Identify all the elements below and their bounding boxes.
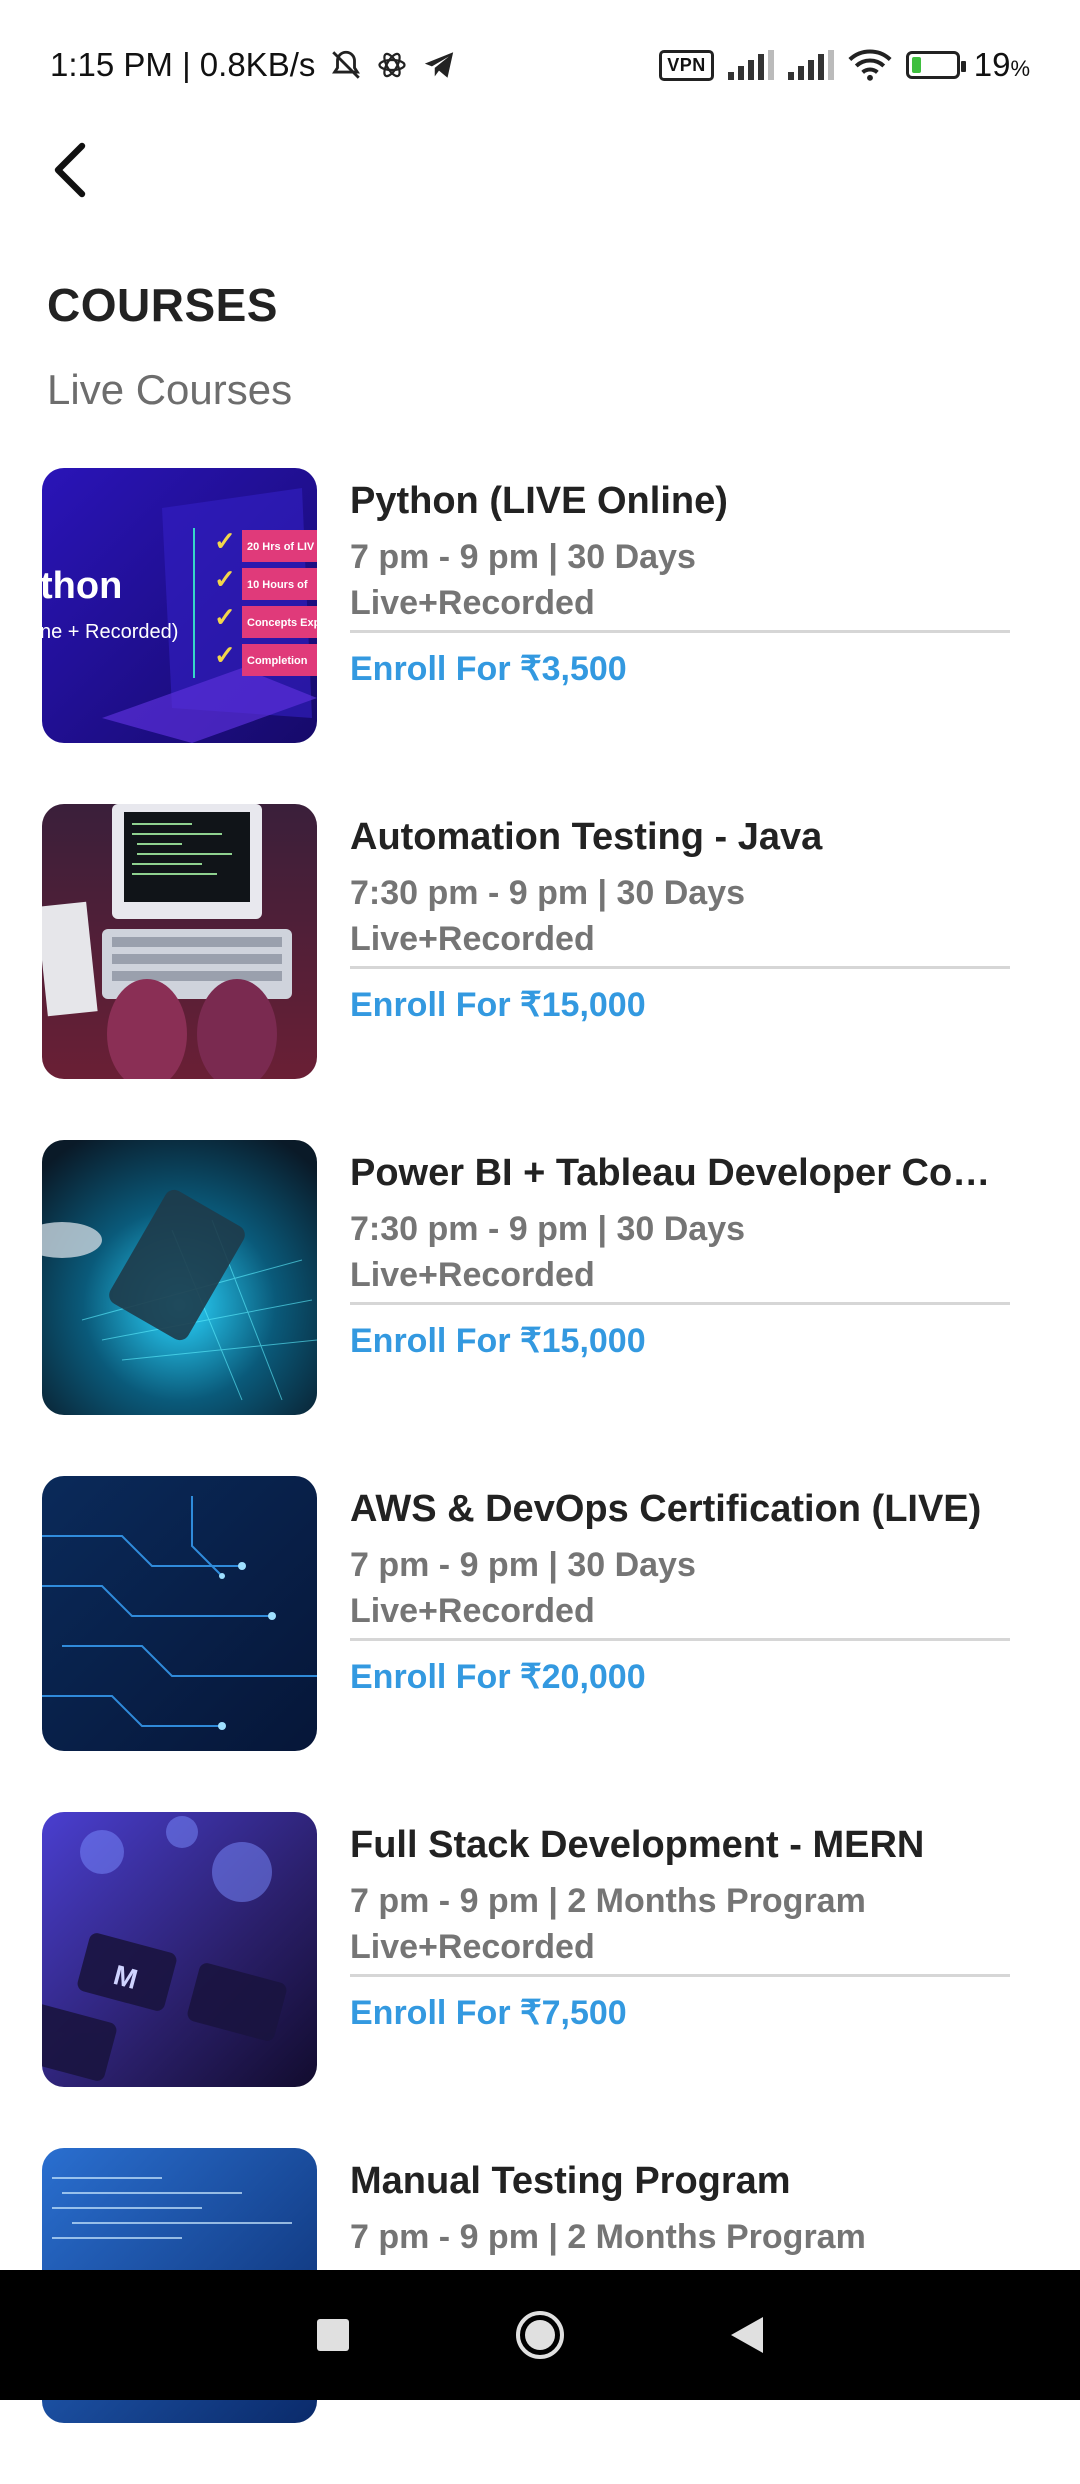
divider [350, 1302, 1010, 1305]
svg-text:✓: ✓ [214, 602, 236, 632]
course-schedule: 7 pm - 9 pm | 30 Days [350, 538, 696, 576]
enroll-button[interactable]: Enroll For ₹3,500 [350, 645, 627, 693]
course-item-full-stack-mern[interactable]: M Full Stack Development - MERN 7 pm - 9… [0, 1812, 1080, 2148]
course-thumbnail: M [42, 1812, 317, 2087]
enroll-button[interactable]: Enroll For ₹15,000 [350, 1317, 646, 1365]
course-item-python[interactable]: thon ne + Recorded) ✓ 20 Hrs of LIV ✓ 10… [0, 468, 1080, 804]
recents-button[interactable] [293, 2295, 373, 2375]
course-info: Python (LIVE Online) 7 pm - 9 pm | 30 Da… [350, 476, 1010, 693]
course-mode: Live+Recorded [350, 920, 595, 958]
svg-text:Completion: Completion [247, 655, 308, 667]
course-item-aws-devops[interactable]: AWS & DevOps Certification (LIVE) 7 pm -… [0, 1476, 1080, 1812]
svg-text:✓: ✓ [214, 526, 236, 556]
svg-text:10 Hours of: 10 Hours of [247, 579, 308, 591]
course-title: Python (LIVE Online) [350, 480, 728, 522]
svg-text:✓: ✓ [214, 564, 236, 594]
enroll-button[interactable]: Enroll For ₹7,500 [350, 1989, 627, 2037]
svg-text:thon: thon [42, 565, 122, 607]
course-info: Automation Testing - Java 7:30 pm - 9 pm… [350, 812, 1010, 1029]
status-time-speed: 1:15 PM | 0.8KB/s [50, 46, 316, 83]
divider [350, 630, 1010, 633]
home-button[interactable] [500, 2295, 580, 2375]
course-schedule: 7:30 pm - 9 pm | 30 Days [350, 874, 746, 912]
signal-icon [787, 50, 834, 80]
system-nav-bar [0, 2270, 1080, 2400]
course-title: AWS & DevOps Certification (LIVE) [350, 1488, 982, 1530]
course-thumbnail: thon ne + Recorded) ✓ 20 Hrs of LIV ✓ 10… [42, 468, 317, 743]
course-title: Full Stack Development - MERN [350, 1824, 925, 1866]
battery-percent: 19% [973, 46, 1030, 83]
divider [350, 1638, 1010, 1641]
course-list: thon ne + Recorded) ✓ 20 Hrs of LIV ✓ 10… [0, 468, 1080, 2484]
status-left: 1:15 PM | 0.8KB/s [50, 46, 457, 84]
svg-text:20 Hrs of LIV: 20 Hrs of LIV [247, 541, 315, 553]
course-thumbnail [42, 804, 317, 1079]
vpn-badge: VPN [659, 49, 714, 81]
nav-back-button[interactable] [707, 2295, 787, 2375]
divider [350, 966, 1010, 969]
enroll-button[interactable]: Enroll For ₹15,000 [350, 981, 646, 1029]
section-title: Live Courses [47, 366, 293, 413]
arrow-back-icon [54, 142, 86, 198]
course-schedule: 7:30 pm - 9 pm | 30 Days [350, 1210, 746, 1248]
course-mode: Live+Recorded [350, 1928, 595, 1966]
course-info: Full Stack Development - MERN 7 pm - 9 p… [350, 1820, 1010, 2037]
svg-text:ne + Recorded): ne + Recorded) [42, 621, 178, 643]
battery-icon [905, 51, 966, 79]
svg-text:Concepts Exp: Concepts Exp [247, 617, 317, 629]
back-button[interactable] [40, 135, 100, 205]
course-item-power-bi[interactable]: Power BI + Tableau Developer Cou… 7:30 p… [0, 1140, 1080, 1476]
circle-home-icon [515, 2311, 564, 2359]
page-title: COURSES [47, 279, 278, 331]
course-mode: Live+Recorded [350, 1592, 595, 1630]
svg-text:✓: ✓ [214, 640, 236, 670]
course-info: Manual Testing Program 7 pm - 9 pm | 2 M… [350, 2156, 1010, 2260]
atom-icon [378, 52, 406, 78]
telegram-icon [425, 52, 454, 78]
course-mode: Live+Recorded [350, 1256, 595, 1294]
signal-icon [727, 50, 774, 80]
course-title: Automation Testing - Java [350, 816, 823, 858]
course-info: Power BI + Tableau Developer Cou… 7:30 p… [350, 1148, 1010, 1365]
bell-off-icon [332, 50, 361, 79]
course-schedule: 7 pm - 9 pm | 30 Days [350, 1546, 696, 1584]
course-thumbnail [42, 1476, 317, 1751]
course-title: Power BI + Tableau Developer Cou… [350, 1152, 1010, 1194]
status-right: VPN 19% [659, 46, 1030, 84]
square-recents-icon [317, 2319, 350, 2351]
course-schedule: 7 pm - 9 pm | 2 Months Program [350, 2218, 866, 2256]
course-item-automation-testing[interactable]: Automation Testing - Java 7:30 pm - 9 pm… [0, 804, 1080, 1140]
enroll-button[interactable]: Enroll For ₹20,000 [350, 1653, 646, 1701]
course-title: Manual Testing Program [350, 2160, 791, 2202]
status-bar: 1:15 PM | 0.8KB/s VPN 19% [0, 0, 1080, 130]
triangle-back-icon [730, 2317, 763, 2353]
course-schedule: 7 pm - 9 pm | 2 Months Program [350, 1882, 866, 1920]
wifi-icon [848, 49, 892, 81]
course-info: AWS & DevOps Certification (LIVE) 7 pm -… [350, 1484, 1010, 1701]
course-thumbnail [42, 1140, 317, 1415]
course-mode: Live+Recorded [350, 584, 595, 622]
divider [350, 1974, 1010, 1977]
